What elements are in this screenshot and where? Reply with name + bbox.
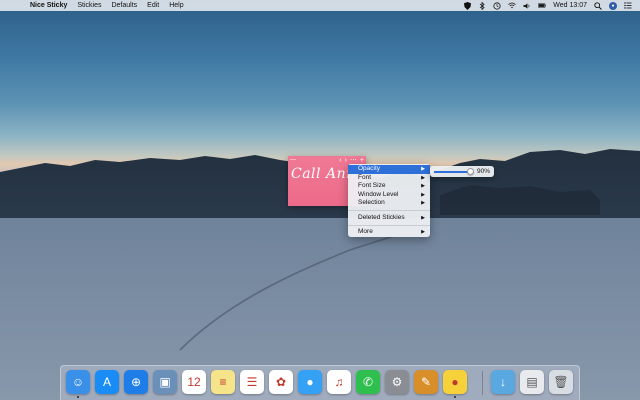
submenu-arrow-icon: ▶ bbox=[421, 229, 425, 235]
menu-app-name[interactable]: Nice Sticky bbox=[30, 2, 67, 9]
downloads-folder-icon[interactable]: ↓ bbox=[491, 370, 515, 394]
menu-item-label: Deleted Stickies bbox=[358, 213, 405, 221]
menu-item-label: Font bbox=[358, 173, 372, 181]
opacity-value-label: 90% bbox=[476, 168, 490, 175]
nice-sticky-icon[interactable]: ● bbox=[443, 370, 467, 394]
context-menu: Opacity ▶ Font ▶ Font Size ▶ Window Leve… bbox=[348, 164, 430, 237]
menu-item-opacity[interactable]: Opacity ▶ bbox=[348, 165, 430, 174]
spotlight-search-icon[interactable] bbox=[594, 1, 602, 10]
menu-stickies[interactable]: Stickies bbox=[77, 2, 101, 9]
menu-item-label: Font Size bbox=[358, 182, 386, 189]
menu-defaults[interactable]: Defaults bbox=[111, 2, 137, 9]
menu-help[interactable]: Help bbox=[169, 2, 183, 9]
sticky-next-button[interactable]: › bbox=[345, 156, 347, 165]
messages-icon[interactable]: ● bbox=[298, 370, 322, 394]
time-machine-icon[interactable] bbox=[493, 1, 501, 10]
user-account-icon[interactable]: ● bbox=[609, 1, 617, 10]
finder-icon[interactable]: ☺ bbox=[66, 370, 90, 394]
menu-separator bbox=[348, 224, 430, 226]
menu-edit[interactable]: Edit bbox=[147, 2, 159, 9]
volume-icon[interactable] bbox=[523, 2, 531, 10]
dock-divider bbox=[482, 371, 483, 395]
facetime-icon[interactable]: ✆ bbox=[356, 370, 380, 394]
menu-separator bbox=[348, 210, 430, 211]
submenu-arrow-icon: ▶ bbox=[421, 214, 425, 221]
menu-item-selection[interactable]: Selection ▶ bbox=[348, 199, 430, 208]
opacity-slider-track[interactable] bbox=[434, 168, 474, 175]
menu-item-label: Window Level bbox=[358, 190, 399, 198]
script-editor-icon[interactable]: ✎ bbox=[414, 370, 438, 394]
wifi-icon[interactable] bbox=[508, 2, 517, 10]
battery-icon[interactable] bbox=[538, 2, 547, 10]
running-indicator bbox=[77, 396, 79, 398]
opacity-submenu: 90% bbox=[430, 166, 494, 177]
submenu-arrow-icon: ▶ bbox=[421, 200, 425, 206]
reminders-icon[interactable]: ☰ bbox=[240, 370, 264, 394]
system-preferences-icon[interactable]: ⚙ bbox=[385, 370, 409, 394]
opacity-slider-fill bbox=[434, 171, 470, 173]
running-indicator bbox=[454, 396, 456, 398]
menu-item-font-size[interactable]: Font Size ▶ bbox=[348, 182, 430, 191]
submenu-arrow-icon: ▶ bbox=[421, 191, 425, 198]
menu-item-deleted-stickies[interactable]: Deleted Stickies ▶ bbox=[348, 214, 430, 223]
sticky-note-text[interactable]: Call Ann bbox=[291, 166, 356, 182]
notes-icon[interactable]: ≡ bbox=[211, 370, 235, 394]
submenu-arrow-icon: ▶ bbox=[421, 166, 425, 172]
music-icon[interactable]: ♫ bbox=[327, 370, 351, 394]
calendar-icon[interactable]: 12 bbox=[182, 370, 206, 394]
app-store-icon[interactable]: A bbox=[95, 370, 119, 394]
dock: ☺ A ⊕ ▣ 12 ≡ ☰ ✿ ● ♫ ✆ ⚙ ✎ ● ↓ ▤ 🗑 bbox=[60, 365, 580, 400]
menu-item-window-level[interactable]: Window Level ▶ bbox=[348, 191, 430, 200]
menu-item-label: More bbox=[358, 228, 373, 235]
notification-center-icon[interactable] bbox=[624, 2, 632, 10]
sticky-close-button[interactable]: — bbox=[290, 157, 296, 163]
menu-item-font[interactable]: Font ▶ bbox=[348, 174, 430, 183]
sticky-prev-button[interactable]: ‹ bbox=[339, 156, 341, 165]
screenshot-stack-icon[interactable]: ▤ bbox=[520, 370, 544, 394]
status-area: Wed 13:07 ● bbox=[463, 1, 640, 10]
bluetooth-icon[interactable] bbox=[478, 1, 486, 10]
menubar-clock[interactable]: Wed 13:07 bbox=[553, 2, 587, 9]
menu-bar: Nice Sticky Stickies Defaults Edit Help … bbox=[0, 0, 640, 11]
menu-item-more[interactable]: More ▶ bbox=[348, 228, 430, 237]
photos-icon[interactable]: ✿ bbox=[269, 370, 293, 394]
safari-icon[interactable]: ⊕ bbox=[124, 370, 148, 394]
menu-item-label: Opacity bbox=[358, 165, 381, 172]
trash-icon[interactable]: 🗑 bbox=[549, 370, 573, 394]
submenu-arrow-icon: ▶ bbox=[421, 183, 425, 189]
preview-icon[interactable]: ▣ bbox=[153, 370, 177, 394]
vpn-shield-icon[interactable] bbox=[463, 1, 471, 10]
submenu-arrow-icon: ▶ bbox=[421, 174, 425, 181]
opacity-slider-thumb[interactable] bbox=[466, 168, 474, 175]
menu-item-label: Selection bbox=[358, 199, 385, 206]
